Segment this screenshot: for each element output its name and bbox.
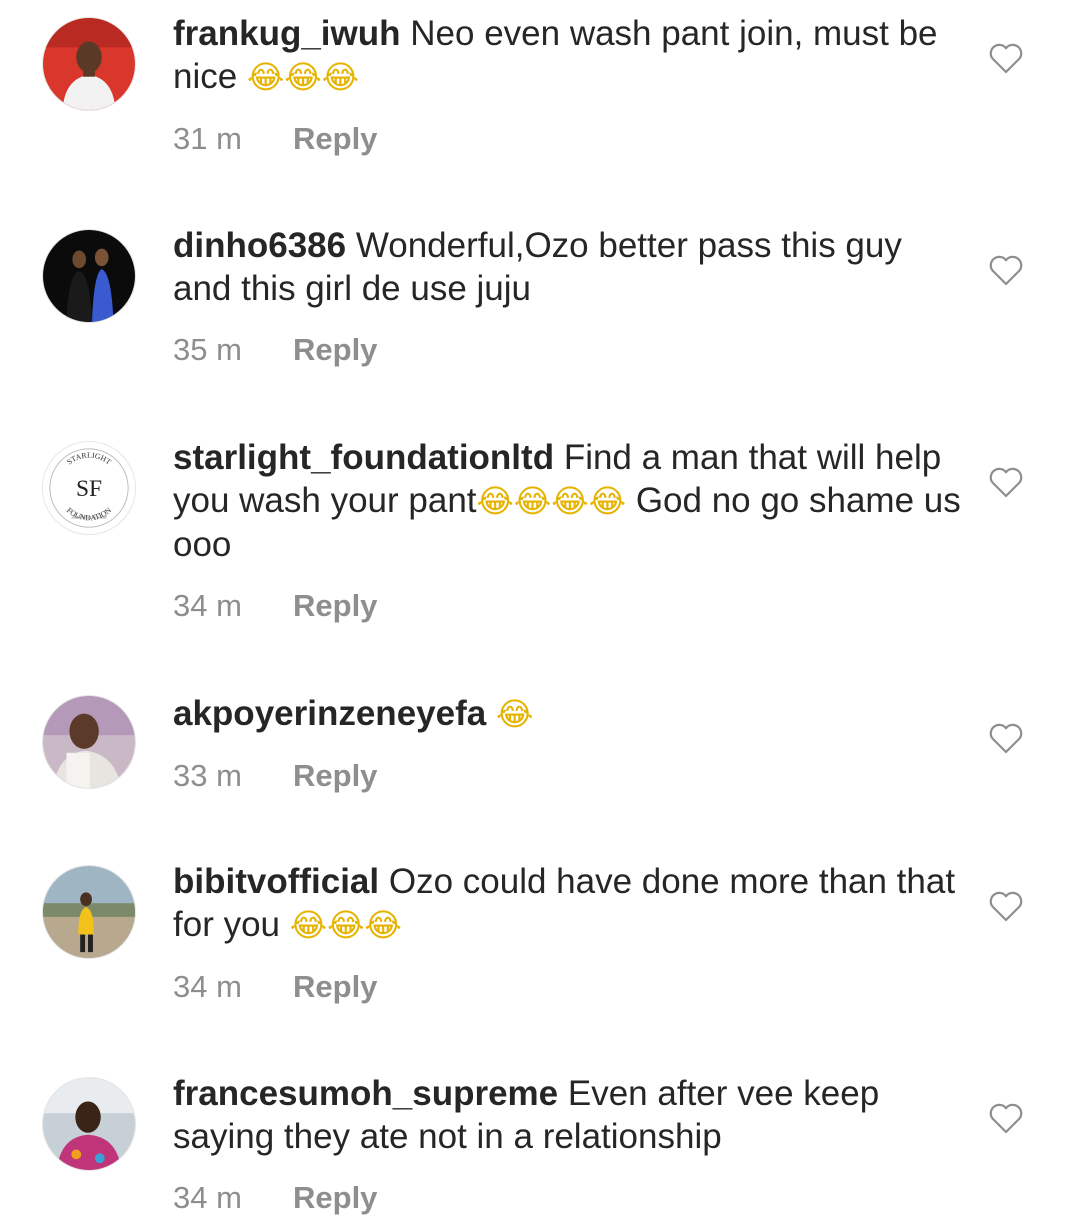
heart-outline-icon[interactable] [988,42,1024,74]
heart-outline-icon[interactable] [988,466,1024,498]
comment-text: akpoyerinzeneyefa 😂 [173,692,963,736]
reply-button[interactable]: Reply [293,332,377,367]
reply-button[interactable]: Reply [293,758,377,793]
comment-username[interactable]: starlight_foundationltd [173,438,554,477]
comment-meta: 34 m Reply [173,1178,963,1218]
comment-timestamp: 35 m [173,332,242,367]
woman-selfie-avatar[interactable] [42,1077,136,1171]
heart-outline-icon[interactable] [988,890,1024,922]
comment-list: frankug_iwuh Neo even wash pant join, mu… [0,0,1080,1223]
comment-meta: 31 m Reply [173,119,963,159]
laughing-emoji: 😂😂😂 [246,58,360,96]
comment-username[interactable]: dinho6386 [173,226,346,265]
logo-monogram: SF [76,476,102,502]
street-photo-avatar[interactable] [42,865,136,959]
reply-button[interactable]: Reply [293,1180,377,1215]
logo-tagline: illuminating the world [72,515,107,519]
comment-timestamp: 33 m [173,758,242,793]
comment-timestamp: 34 m [173,969,242,1004]
man-portrait-avatar[interactable] [42,17,136,111]
laughing-emoji: 😂😂😂😂 [476,482,627,520]
comment-username[interactable]: francesumoh_supreme [173,1074,558,1113]
comment-text: starlight_foundationltd Find a man that … [173,436,963,566]
comment-meta: 33 m Reply [173,756,963,796]
heart-outline-icon[interactable] [988,722,1024,754]
comment-text: frankug_iwuh Neo even wash pant join, mu… [173,12,963,99]
woman-portrait-avatar[interactable] [42,695,136,789]
comment-meta: 34 m Reply [173,967,963,1007]
comment-text: bibitvofficial Ozo could have done more … [173,860,963,947]
comment-username[interactable]: frankug_iwuh [173,14,401,53]
laughing-emoji: 😂😂😂 [289,906,402,944]
comment-timestamp: 34 m [173,1180,242,1215]
reply-button[interactable]: Reply [293,588,377,623]
comment-meta: 34 m Reply [173,586,963,626]
laughing-emoji: 😂 [495,695,534,733]
comment-text: dinho6386 Wonderful,Ozo better pass this… [173,224,963,310]
comment-meta: 35 m Reply [173,330,963,370]
comment-timestamp: 34 m [173,588,242,623]
heart-outline-icon[interactable] [988,254,1024,286]
comment-text: francesumoh_supreme Even after vee keep … [173,1072,963,1158]
couple-portrait-avatar[interactable] [42,229,136,323]
comment-username[interactable]: bibitvofficial [173,862,379,901]
reply-button[interactable]: Reply [293,969,377,1004]
comment-username[interactable]: akpoyerinzeneyefa [173,694,486,733]
comment-timestamp: 31 m [173,121,242,156]
starlight-foundation-logo[interactable]: STARLIGHT FOUNDATION SF illuminating the… [42,441,136,535]
reply-button[interactable]: Reply [293,121,377,156]
heart-outline-icon[interactable] [988,1102,1024,1134]
